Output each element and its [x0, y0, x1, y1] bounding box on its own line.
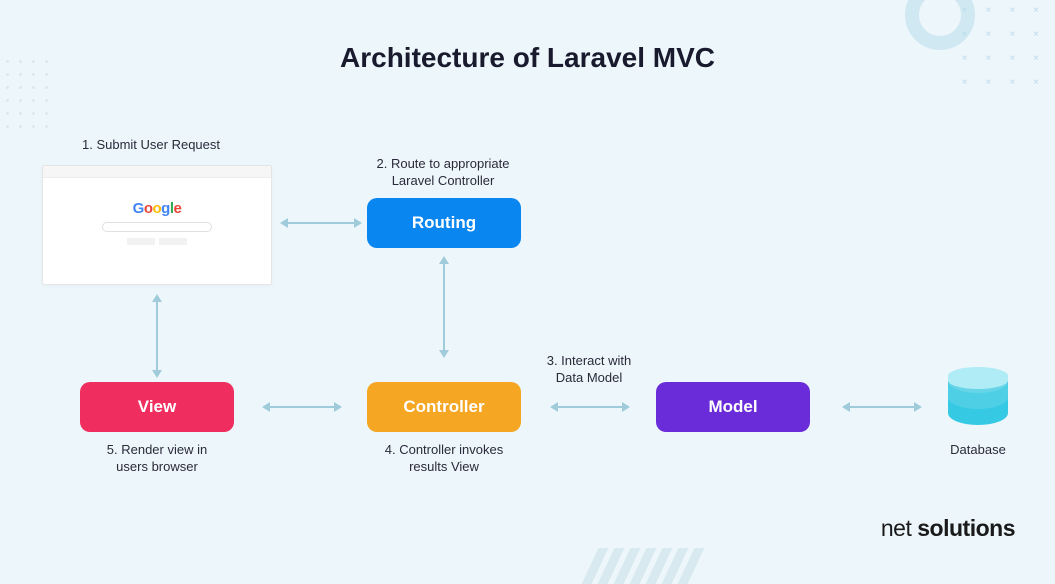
- step1-caption: 1. Submit User Request: [82, 137, 220, 154]
- brand-logo: net solutions: [881, 515, 1015, 542]
- arrow-view-browser: [156, 300, 158, 370]
- step3-caption: 3. Interact withData Model: [534, 353, 644, 387]
- step4-caption: 4. Controller invokesresults View: [371, 442, 517, 476]
- arrow-routing-controller: [443, 260, 445, 350]
- step2-caption: 2. Route to appropriateLaravel Controlle…: [358, 156, 528, 190]
- database-icon: [948, 367, 1008, 435]
- routing-box: Routing: [367, 198, 521, 248]
- arrow-view-controller: [270, 406, 334, 408]
- step5-caption: 5. Render view inusers browser: [100, 442, 214, 476]
- view-box: View: [80, 382, 234, 432]
- arrow-browser-routing: [286, 222, 354, 224]
- browser-screenshot: Google: [42, 165, 272, 285]
- model-box: Model: [656, 382, 810, 432]
- controller-box: Controller: [367, 382, 521, 432]
- database-label: Database: [948, 442, 1008, 459]
- arrow-controller-model: [558, 406, 622, 408]
- decorative-stripes: [582, 548, 705, 584]
- google-logo-icon: Google: [43, 200, 271, 217]
- arrow-model-db: [850, 406, 914, 408]
- diagram-title: Architecture of Laravel MVC: [0, 42, 1055, 74]
